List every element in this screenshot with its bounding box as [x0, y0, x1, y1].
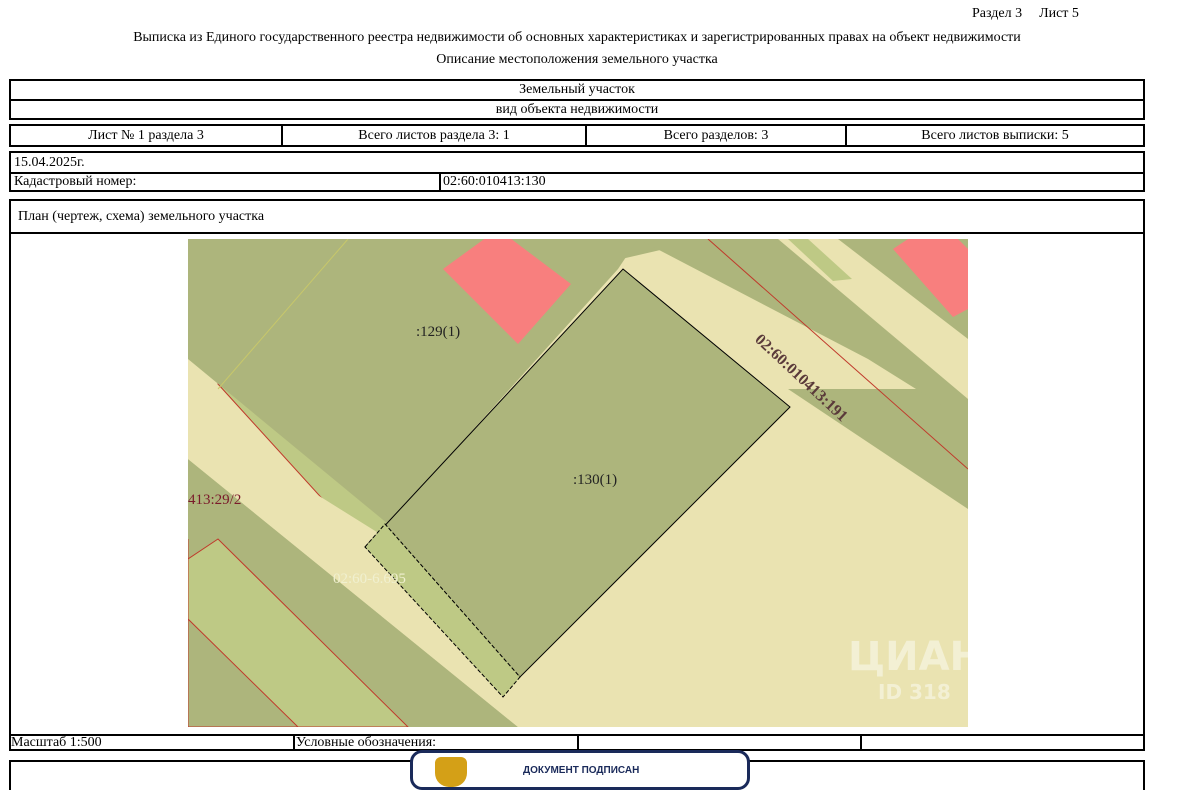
document-title: Выписка из Единого государственного реес… [133, 30, 1021, 45]
label-parcel-130: :130(1) [573, 472, 618, 488]
watermark: ЦИАН ID 318 [848, 634, 968, 704]
cadastral-number: 02:60:010413:130 [443, 174, 546, 189]
date-cadastral-table: 15.04.2025г. Кадастровый номер: 02:60:01… [9, 151, 1145, 192]
total-sheets-extract: Всего листов выписки: 5 [921, 127, 1069, 143]
object-type-table: Земельный участок вид объекта недвижимос… [9, 79, 1145, 120]
watermark-id: ID 318 [878, 680, 951, 704]
total-sheets-section: Всего листов раздела 3: 1 [358, 127, 510, 143]
watermark-text: ЦИАН [848, 634, 968, 680]
label-parcel-29: 413:29/2 [188, 492, 242, 508]
object-kind-caption: вид объекта недвижимости [495, 101, 659, 117]
extract-date: 15.04.2025г. [14, 154, 85, 170]
label-zone-695: 02:60-6.695 [333, 571, 406, 587]
section-sheet-header: Раздел 3 Лист 5 [972, 6, 1079, 22]
document-subtitle: Описание местоположения земельного участ… [436, 52, 718, 67]
legend-label: Условные обозначения: [296, 736, 437, 750]
object-name: Земельный участок [519, 82, 635, 97]
section-number: Раздел 3 [972, 6, 1023, 21]
signature-stamp: ДОКУМЕНТ ПОДПИСАН [410, 750, 750, 790]
emblem-icon [435, 757, 467, 787]
cadastral-map: :129(1) :130(1) 02:60:010413:191 413:29/… [188, 239, 968, 727]
sheet-no: Лист № 1 раздела 3 [88, 127, 204, 143]
plan-caption: План (чертеж, схема) земельного участка [18, 208, 265, 224]
label-parcel-129: :129(1) [416, 324, 461, 340]
total-sections: Всего разделов: 3 [663, 127, 769, 143]
stamp-text: ДОКУМЕНТ ПОДПИСАН [523, 765, 640, 776]
cadastral-label: Кадастровый номер: [14, 174, 137, 189]
sheets-info-row: Лист № 1 раздела 3 Всего листов раздела … [9, 124, 1145, 147]
scale-label: Масштаб 1:500 [11, 736, 102, 750]
sheet-number: Лист 5 [1039, 6, 1079, 21]
